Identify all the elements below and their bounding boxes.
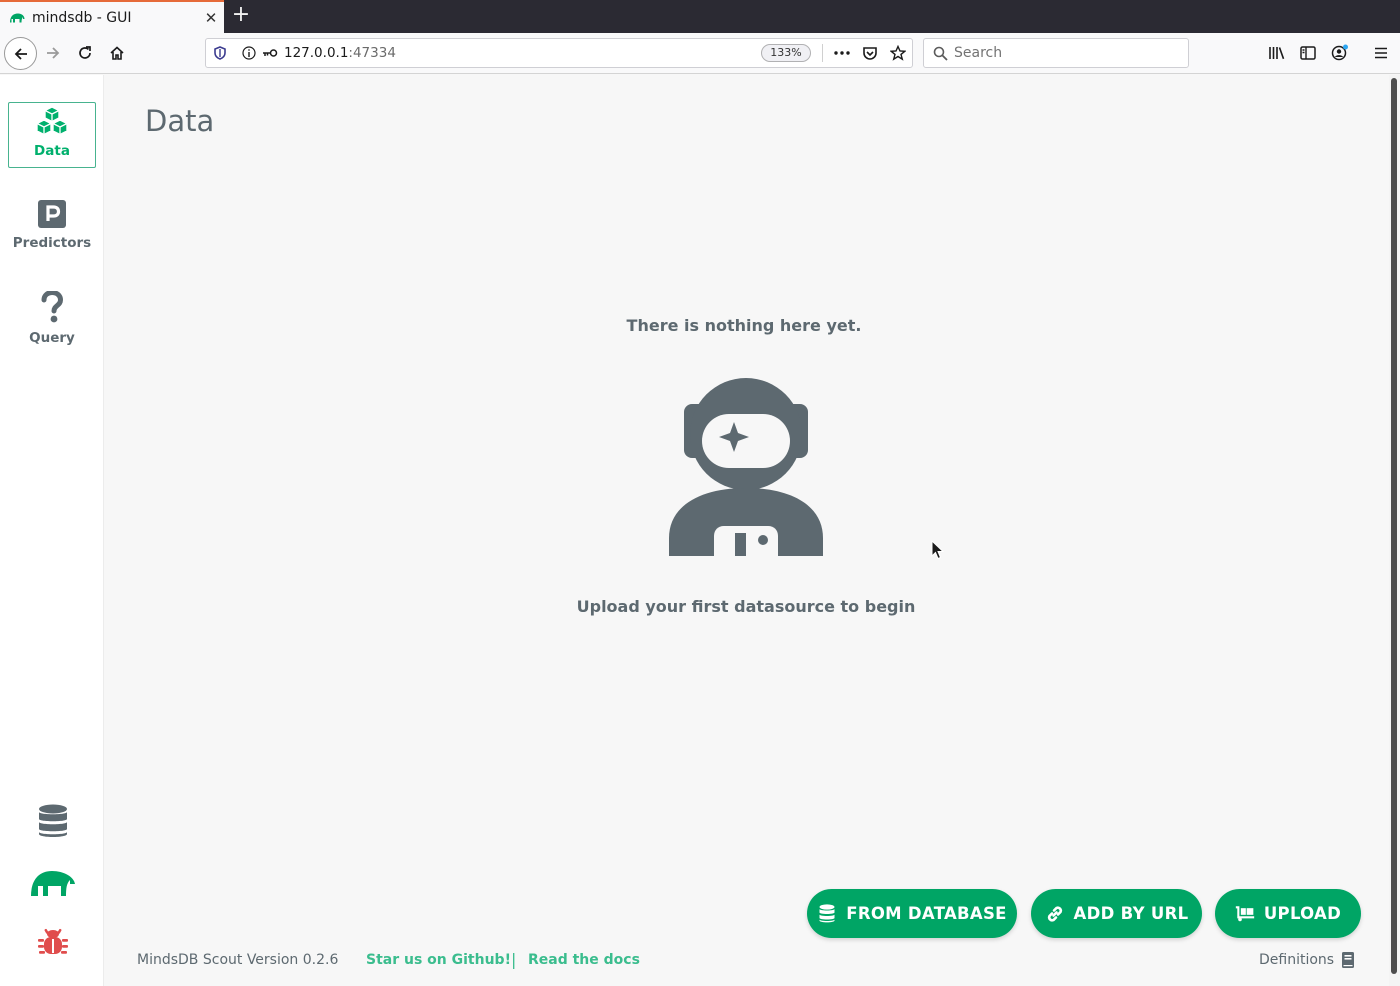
mindsdb-logo-icon	[31, 871, 75, 896]
predictor-p-icon	[38, 200, 66, 228]
github-link[interactable]: Star us on Github!	[366, 952, 511, 968]
mindsdb-logo[interactable]	[30, 865, 76, 901]
bug-icon	[38, 928, 68, 954]
footer-separator: |	[511, 950, 517, 969]
tracking-shield-icon	[214, 46, 226, 60]
mouse-cursor-icon	[931, 540, 945, 560]
tab-title: mindsdb - GUI	[32, 9, 132, 26]
url-text[interactable]: 127.0.0.1:47334	[284, 45, 396, 61]
search-input[interactable]: Search	[923, 38, 1189, 68]
cubes-icon	[36, 106, 68, 136]
question-mark-icon	[41, 291, 63, 323]
book-icon[interactable]	[1342, 952, 1354, 968]
zoom-level-badge[interactable]: 133%	[761, 44, 811, 62]
empty-state-subtitle: Upload your first datasource to begin	[576, 597, 916, 616]
mindsdb-favicon-icon	[9, 10, 25, 26]
bookmark-star-icon[interactable]	[890, 45, 906, 61]
page-actions-icon[interactable]	[834, 51, 850, 55]
version-text: MindsDB Scout Version 0.2.6	[137, 952, 339, 968]
link-icon	[1045, 904, 1065, 924]
dolly-upload-icon	[1235, 904, 1255, 924]
url-separator	[822, 44, 823, 62]
add-by-url-button[interactable]: ADD BY URL	[1031, 889, 1202, 938]
library-button[interactable]	[1262, 38, 1292, 68]
from-database-label: FROM DATABASE	[846, 904, 1007, 923]
sidebar-item-label: Predictors	[12, 235, 92, 251]
database-icon	[39, 804, 67, 837]
menu-button[interactable]	[1366, 38, 1396, 68]
library-icon	[1269, 47, 1285, 60]
sidebar-item-predictors[interactable]: Predictors	[8, 197, 96, 263]
new-tab-button[interactable]: +	[228, 3, 254, 29]
hamburger-menu-icon	[1375, 47, 1387, 59]
docs-link[interactable]: Read the docs	[528, 952, 640, 968]
database-shortcut[interactable]	[30, 803, 76, 839]
browser-tab-strip: mindsdb - GUI ✕ +	[0, 0, 1400, 33]
search-placeholder: Search	[954, 45, 1003, 61]
scrollbar-thumb[interactable]	[1391, 78, 1397, 974]
forward-button[interactable]	[38, 38, 68, 68]
upload-label: UPLOAD	[1263, 904, 1342, 923]
home-button[interactable]	[102, 38, 132, 68]
app-footer: MindsDB Scout Version 0.2.6 Star us on G…	[104, 940, 1388, 986]
account-button[interactable]	[1325, 38, 1355, 68]
search-icon	[933, 46, 948, 61]
sidebar-item-query[interactable]: Query	[8, 291, 96, 357]
key-icon	[263, 49, 278, 57]
astronaut-icon	[669, 378, 823, 556]
add-by-url-label: ADD BY URL	[1073, 904, 1189, 923]
back-arrow-icon	[14, 47, 27, 60]
browser-navbar: 127.0.0.1:47334 133% Search	[0, 33, 1400, 74]
tab-close-icon[interactable]: ✕	[198, 9, 224, 27]
app-sidebar: Data Predictors Query	[0, 75, 104, 986]
site-info-icon	[242, 46, 256, 60]
forward-arrow-icon	[47, 47, 60, 59]
browser-tab[interactable]: mindsdb - GUI ✕	[0, 0, 224, 33]
url-bar[interactable]: 127.0.0.1:47334 133%	[205, 38, 913, 68]
home-icon	[110, 46, 124, 60]
sidebar-item-label: Data	[34, 143, 70, 159]
report-bug-button[interactable]	[30, 924, 76, 960]
upload-button[interactable]: UPLOAD	[1215, 889, 1361, 938]
from-database-button[interactable]: FROM DATABASE	[807, 889, 1017, 938]
page-title: Data	[145, 104, 215, 138]
sidebar-toggle-icon	[1300, 46, 1316, 60]
empty-state-title: There is nothing here yet.	[626, 316, 862, 335]
back-button[interactable]	[4, 37, 37, 70]
sidebar-item-label: Query	[29, 330, 75, 346]
sidebar-item-data[interactable]: Data	[8, 102, 96, 168]
definitions-link[interactable]: Definitions	[1259, 952, 1334, 968]
reload-button[interactable]	[70, 38, 100, 68]
reload-icon	[79, 46, 91, 59]
account-icon	[1331, 44, 1348, 61]
sidebar-toggle-button[interactable]	[1293, 38, 1323, 68]
pocket-icon[interactable]	[862, 45, 878, 61]
database-icon	[817, 904, 837, 924]
